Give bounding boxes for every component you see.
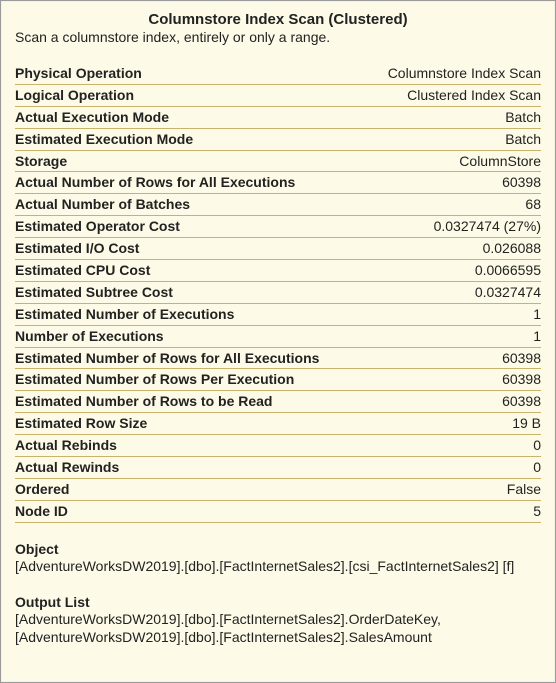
property-label: Estimated Subtree Cost — [15, 281, 365, 303]
property-value: 5 — [365, 500, 541, 522]
property-value: 60398 — [365, 172, 541, 194]
property-row: Actual Rewinds0 — [15, 457, 541, 479]
property-value: 0.0327474 (27%) — [365, 216, 541, 238]
property-row: Estimated Execution ModeBatch — [15, 128, 541, 150]
property-value: Batch — [365, 128, 541, 150]
property-label: Number of Executions — [15, 325, 365, 347]
property-label: Estimated Operator Cost — [15, 216, 365, 238]
property-label: Estimated Number of Rows to be Read — [15, 391, 365, 413]
property-label: Estimated Row Size — [15, 413, 365, 435]
property-row: Estimated Number of Rows Per Execution60… — [15, 369, 541, 391]
property-label: Node ID — [15, 500, 365, 522]
execution-plan-tooltip: Columnstore Index Scan (Clustered) Scan … — [0, 0, 556, 683]
property-row: Actual Number of Rows for All Executions… — [15, 172, 541, 194]
property-value: 60398 — [365, 391, 541, 413]
property-value: False — [365, 478, 541, 500]
property-value: Batch — [365, 106, 541, 128]
property-label: Estimated Number of Executions — [15, 303, 365, 325]
property-row: Number of Executions1 — [15, 325, 541, 347]
property-value: Columnstore Index Scan — [365, 63, 541, 84]
operator-title: Columnstore Index Scan (Clustered) — [15, 11, 541, 28]
property-row: Estimated I/O Cost0.026088 — [15, 238, 541, 260]
property-value: 0.0327474 — [365, 281, 541, 303]
property-row: Estimated CPU Cost0.0066595 — [15, 260, 541, 282]
object-body: [AdventureWorksDW2019].[dbo].[FactIntern… — [15, 557, 541, 576]
property-value: Clustered Index Scan — [365, 84, 541, 106]
property-value: 60398 — [365, 369, 541, 391]
object-heading: Object — [15, 541, 541, 557]
property-label: Estimated Number of Rows for All Executi… — [15, 347, 365, 369]
property-row: Estimated Number of Rows to be Read60398 — [15, 391, 541, 413]
property-value: 0 — [365, 435, 541, 457]
property-row: OrderedFalse — [15, 478, 541, 500]
property-row: Actual Execution ModeBatch — [15, 106, 541, 128]
property-value: ColumnStore — [365, 150, 541, 172]
property-label: Actual Rebinds — [15, 435, 365, 457]
property-row: Logical OperationClustered Index Scan — [15, 84, 541, 106]
property-row: Estimated Number of Executions1 — [15, 303, 541, 325]
property-value: 0.0066595 — [365, 260, 541, 282]
property-row: Estimated Row Size19 B — [15, 413, 541, 435]
object-section: Object [AdventureWorksDW2019].[dbo].[Fac… — [15, 541, 541, 576]
property-row: Actual Number of Batches68 — [15, 194, 541, 216]
property-row: Estimated Subtree Cost0.0327474 — [15, 281, 541, 303]
property-label: Storage — [15, 150, 365, 172]
property-value: 19 B — [365, 413, 541, 435]
property-row: Physical OperationColumnstore Index Scan — [15, 63, 541, 84]
property-row: Node ID5 — [15, 500, 541, 522]
property-label: Actual Number of Rows for All Executions — [15, 172, 365, 194]
property-row: Estimated Operator Cost0.0327474 (27%) — [15, 216, 541, 238]
property-label: Actual Number of Batches — [15, 194, 365, 216]
property-label: Logical Operation — [15, 84, 365, 106]
properties-table: Physical OperationColumnstore Index Scan… — [15, 63, 541, 523]
property-label: Estimated CPU Cost — [15, 260, 365, 282]
property-value: 1 — [365, 303, 541, 325]
property-row: StorageColumnStore — [15, 150, 541, 172]
property-value: 68 — [365, 194, 541, 216]
property-label: Estimated Number of Rows Per Execution — [15, 369, 365, 391]
property-value: 60398 — [365, 347, 541, 369]
operator-description: Scan a columnstore index, entirely or on… — [15, 29, 541, 45]
property-label: Ordered — [15, 478, 365, 500]
output-list-section: Output List [AdventureWorksDW2019].[dbo]… — [15, 594, 541, 648]
property-row: Actual Rebinds0 — [15, 435, 541, 457]
output-list-body: [AdventureWorksDW2019].[dbo].[FactIntern… — [15, 610, 541, 648]
property-value: 1 — [365, 325, 541, 347]
property-value: 0 — [365, 457, 541, 479]
property-label: Actual Execution Mode — [15, 106, 365, 128]
property-value: 0.026088 — [365, 238, 541, 260]
property-row: Estimated Number of Rows for All Executi… — [15, 347, 541, 369]
property-label: Actual Rewinds — [15, 457, 365, 479]
property-label: Physical Operation — [15, 63, 365, 84]
property-label: Estimated I/O Cost — [15, 238, 365, 260]
property-label: Estimated Execution Mode — [15, 128, 365, 150]
output-list-heading: Output List — [15, 594, 541, 610]
